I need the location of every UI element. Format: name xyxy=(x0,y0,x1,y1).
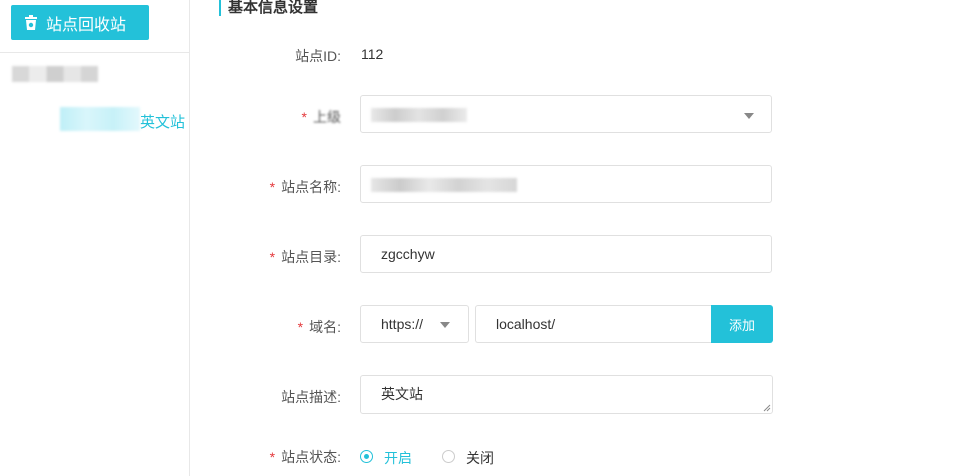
description-label: 站点描述: xyxy=(281,389,341,405)
domain-input[interactable]: localhost/ xyxy=(475,305,712,343)
parent-select-value-blurred xyxy=(371,108,467,122)
recycle-button-label: 站点回收站 xyxy=(46,16,127,34)
protocol-select[interactable]: https:// xyxy=(360,305,469,343)
site-dir-label: * 站点目录: xyxy=(269,249,341,265)
status-on-radio[interactable] xyxy=(360,450,373,463)
site-id-value: 112 xyxy=(361,46,384,62)
tree-item-blurred[interactable] xyxy=(12,66,98,82)
site-recycle-bin-button[interactable]: 站点回收站 xyxy=(11,5,149,40)
site-id-label: 站点ID: xyxy=(295,48,341,64)
trash-icon xyxy=(24,14,38,31)
chevron-down-icon xyxy=(744,113,754,119)
site-name-label: * 站点名称: xyxy=(269,179,341,195)
section-title: 基本信息设置 xyxy=(219,0,318,16)
status-on-label[interactable]: 开启 xyxy=(384,448,412,468)
protocol-value: https:// xyxy=(381,316,424,332)
description-value: 英文站 xyxy=(381,386,423,402)
site-dir-input[interactable]: zgcchyw xyxy=(360,235,772,273)
sidebar-divider xyxy=(0,52,189,53)
tree-item-english-site[interactable]: 英文站 xyxy=(140,111,185,132)
chevron-down-icon xyxy=(440,322,450,328)
site-name-value-blurred xyxy=(371,178,517,192)
resize-handle-icon[interactable] xyxy=(763,404,771,412)
status-off-label[interactable]: 关闭 xyxy=(466,448,494,468)
parent-label: * 上级 xyxy=(301,109,341,125)
domain-label: * 域名: xyxy=(297,319,341,335)
description-textarea[interactable]: 英文站 xyxy=(360,375,773,414)
parent-select[interactable] xyxy=(360,95,772,133)
domain-value: localhost/ xyxy=(496,316,556,332)
site-dir-value: zgcchyw xyxy=(381,246,435,262)
site-name-input[interactable] xyxy=(360,165,772,203)
status-label: * 站点状态: xyxy=(269,449,341,465)
sidebar: 站点回收站 英文站 xyxy=(0,0,190,476)
status-off-radio[interactable] xyxy=(442,450,455,463)
add-domain-button[interactable]: 添加 xyxy=(711,305,773,343)
tree-item-blurred-highlight[interactable] xyxy=(60,107,140,131)
